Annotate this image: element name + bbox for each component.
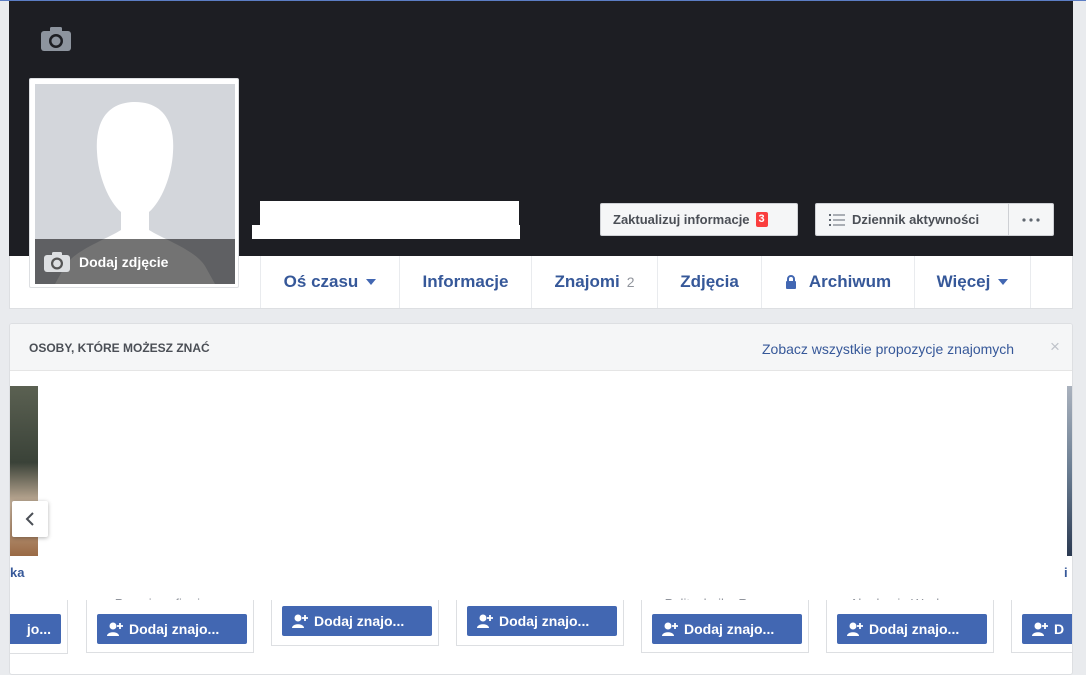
suggestion-subtitle: Pracuje w firmie: ... [87, 596, 253, 600]
camera-icon[interactable] [40, 26, 72, 52]
profile-picture[interactable]: Dodaj zdjęcie [29, 78, 239, 288]
more-options-button[interactable] [1008, 203, 1054, 236]
add-friend-button[interactable]: Dodaj znajo... [467, 606, 617, 636]
people-you-may-know: OSOBY, KTÓRE MOŻESZ ZNAĆ Zobacz wszystki… [9, 323, 1073, 675]
add-photo-label: Dodaj zdjęcie [79, 253, 169, 270]
tab-label: Informacje [422, 272, 509, 291]
add-friend-label: Dodaj znajo... [499, 613, 590, 629]
tab-label: Archiwum [808, 272, 892, 291]
pymk-title: OSOBY, KTÓRE MOŻESZ ZNAĆ [29, 341, 210, 355]
add-friend-label: Dodaj znajo... [129, 621, 220, 637]
suggestion-card: Dodaj znajo... [271, 600, 439, 646]
profile-name-redacted [252, 225, 520, 239]
suggestion-card: D [1011, 600, 1072, 653]
add-friend-button[interactable]: Dodaj znajo... [97, 614, 247, 644]
add-photo-button[interactable]: Dodaj zdjęcie [35, 239, 235, 284]
suggestion-card: jo... [10, 600, 68, 654]
carousel-prev-button[interactable] [12, 501, 48, 537]
add-friend-icon [847, 622, 863, 636]
close-icon[interactable]: × [1050, 337, 1060, 357]
tab-about[interactable]: Informacje [399, 256, 531, 308]
see-all-suggestions-link[interactable]: Zobacz wszystkie propozycje znajomych [762, 341, 1014, 357]
suggestion-name[interactable]: i [1064, 565, 1068, 580]
update-info-label: Zaktualizuj informacje [613, 212, 750, 227]
notification-badge: 3 [755, 212, 768, 227]
suggestion-name[interactable]: ka [10, 565, 24, 580]
activity-log-label: Dziennik aktywności [852, 212, 980, 227]
friends-count: 2 [626, 274, 635, 290]
suggestion-card: Pracuje w firmie: ... Dodaj znajo... [86, 596, 254, 653]
tab-photos[interactable]: Zdjęcia [657, 256, 761, 308]
suggestion-subtitle: Akademia Wychow... [827, 596, 993, 600]
update-info-button[interactable]: Zaktualizuj informacje 3 [600, 203, 798, 236]
caret-down-icon [998, 279, 1009, 285]
pymk-header: OSOBY, KTÓRE MOŻESZ ZNAĆ Zobacz wszystki… [10, 324, 1072, 371]
tab-label: Więcej [936, 272, 991, 291]
tab-label: Oś czasu [283, 272, 359, 291]
profile-tabs: Oś czasu Informacje Znajomi 2 Zdjęcia Ar… [260, 256, 1031, 308]
add-friend-label: jo... [26, 621, 51, 637]
suggestion-subtitle: Politechnika Rzesz... [642, 596, 808, 600]
add-friend-label: Dodaj znajo... [314, 613, 405, 629]
suggestion-card: Dodaj znajo... [456, 600, 624, 646]
suggestion-photo[interactable] [1067, 386, 1072, 556]
add-friend-label: D [1054, 621, 1065, 637]
add-friend-label: Dodaj znajo... [869, 621, 960, 637]
tab-timeline[interactable]: Oś czasu [260, 256, 399, 308]
activity-log-button[interactable]: Dziennik aktywności [815, 203, 1008, 236]
add-friend-label: Dodaj znajo... [684, 621, 775, 637]
ellipsis-icon [1022, 217, 1040, 222]
tab-label: Zdjęcia [680, 272, 739, 291]
add-friend-icon [1032, 622, 1048, 636]
caret-down-icon [366, 279, 377, 285]
add-friend-button[interactable]: D [1022, 614, 1072, 644]
add-friend-icon [477, 614, 493, 628]
add-friend-button[interactable]: Dodaj znajo... [282, 606, 432, 636]
tab-friends[interactable]: Znajomi 2 [531, 256, 657, 308]
add-friend-button[interactable]: Dodaj znajo... [837, 614, 987, 644]
suggestion-card: Politechnika Rzesz... Dodaj znajo... [641, 596, 809, 653]
lock-icon [785, 275, 796, 289]
list-icon [829, 213, 845, 226]
add-friend-icon [107, 622, 123, 636]
tab-archive[interactable]: Archiwum [761, 256, 914, 308]
suggestion-card: Akademia Wychow... Dodaj znajo... [826, 596, 994, 653]
tab-label: Znajomi [554, 272, 620, 291]
add-friend-button[interactable]: Dodaj znajo... [652, 614, 802, 644]
add-friend-icon [662, 622, 678, 636]
chevron-left-icon [25, 512, 34, 526]
add-friend-button[interactable]: jo... [10, 614, 61, 644]
tab-more[interactable]: Więcej [914, 256, 1031, 308]
camera-icon [44, 251, 70, 272]
profile-name-redacted [260, 201, 519, 225]
profile-silhouette: Dodaj zdjęcie [35, 84, 235, 284]
add-friend-icon [292, 614, 308, 628]
